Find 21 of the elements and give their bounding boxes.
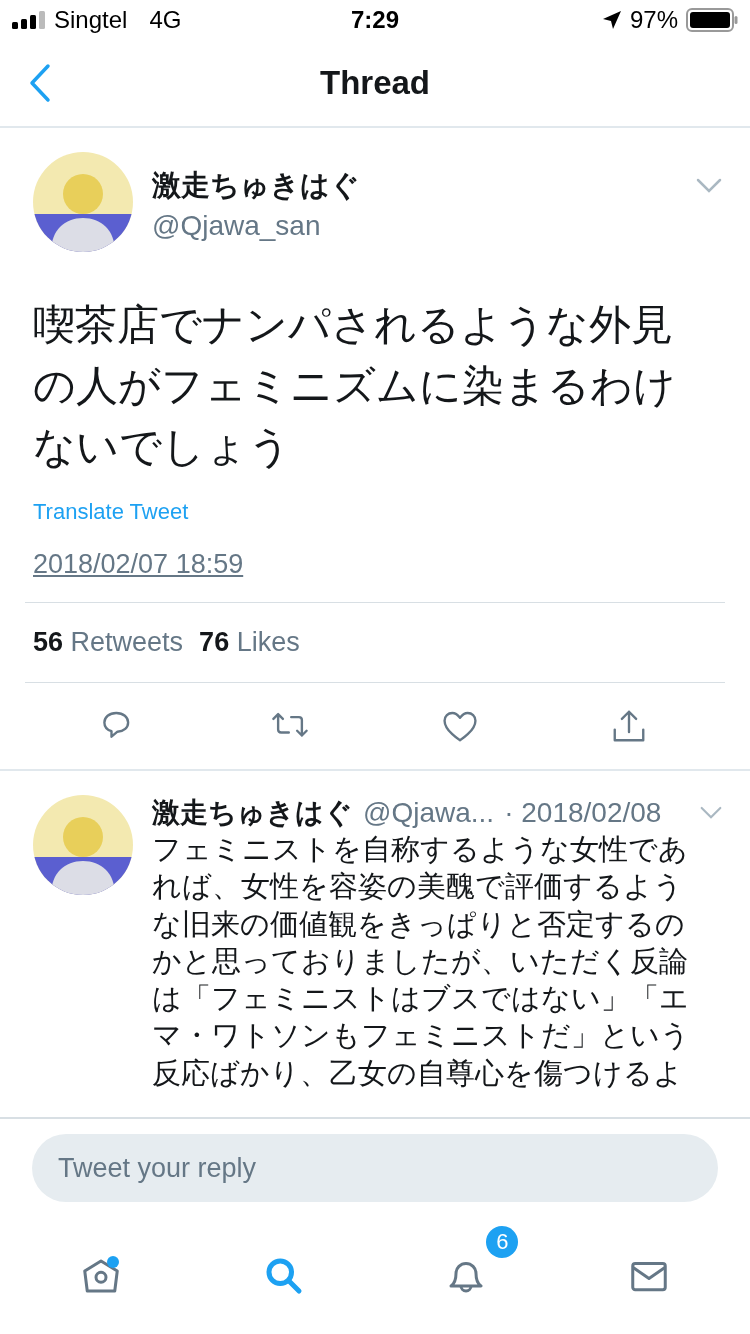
carrier-name: Singtel [54,6,128,34]
location-arrow-icon [601,10,622,30]
tweet-text: 喫茶店でナンパされるような外見 の人がフェミニズムに染まるわけ ないでしょう [33,300,676,472]
reply-field[interactable]: Tweet your reply [32,1134,718,1202]
battery-percent: 97% [629,6,678,34]
tweet-timestamp[interactable]: 2018/02/07 18:59 [33,549,244,580]
back-icon[interactable] [28,63,52,103]
network-type: 4G [149,6,182,34]
user-handle[interactable]: @Qjawa_san [152,210,696,242]
stat-link[interactable]: 56 Retweets [33,627,184,658]
reply-date: · 2018/02/08 [504,797,662,829]
signal-icon [12,11,46,29]
count-badge: 6 [486,1226,519,1258]
display-name[interactable]: 激走ちゅきはぐ [152,794,353,832]
display-name[interactable]: 激走ちゅきはぐ [152,166,696,206]
user-handle[interactable]: @Qjawa... [363,797,495,829]
stat-link[interactable]: 76 Likes [199,627,300,658]
battery-icon [686,8,738,32]
reply-text: フェミニストを自称するような女性であ れば、女性を容姿の美醜で評価するよう な旧来の価値観をきっぱりと否定するの かと思っておりましたが、いただく反論 は「フェミニストはブスではない」「エ マ・ワトソンもフェミニストだ」という 反応ばかり、乙女の自尊心を傷つけるよ [152,832,690,1091]
clock-time: 7:29 [351,6,400,33]
screen-title: Thread [320,64,430,102]
